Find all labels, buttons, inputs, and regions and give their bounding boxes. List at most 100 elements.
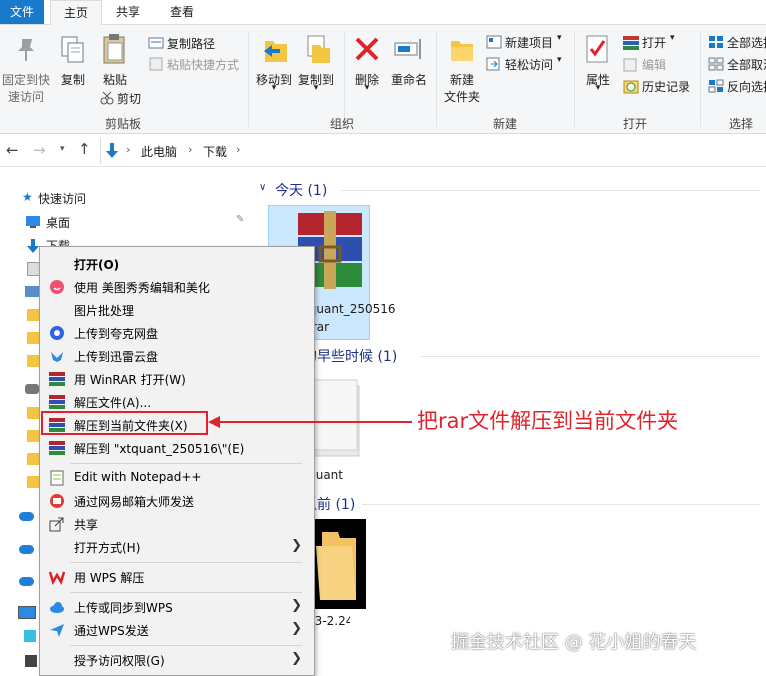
- tab-view[interactable]: 查看: [160, 0, 204, 24]
- download-location-icon: [106, 143, 118, 158]
- breadcrumb-separator-icon: ›: [126, 143, 131, 156]
- menu-item-label: 打开(O): [74, 258, 120, 272]
- menu-item-label: Edit with Notepad++: [74, 470, 202, 484]
- share-icon: [49, 517, 64, 532]
- group-header-today[interactable]: 今天 (1): [275, 180, 327, 200]
- winrar-icon: [49, 372, 65, 386]
- menu-item-upload-kuake[interactable]: 上传到夸克网盘: [40, 322, 314, 345]
- tab-home[interactable]: 主页: [50, 0, 102, 26]
- winrar-icon: [49, 441, 65, 455]
- menu-item-batch-images[interactable]: 图片批处理: [40, 299, 314, 322]
- select-none-label: 全部取消: [727, 58, 766, 72]
- ribbon: 固定到快 速访问 复制 粘贴 复制路径 粘贴快捷方式 剪切 剪贴板 移动到 ▾ …: [0, 25, 766, 134]
- meitu-icon: [50, 280, 64, 294]
- tab-file[interactable]: 文件: [0, 0, 44, 24]
- menu-item-share[interactable]: 共享: [40, 513, 314, 536]
- invert-selection-icon: [708, 79, 724, 93]
- pin-icon: [18, 39, 34, 61]
- menu-item-label: 上传到迅雷云盘: [74, 350, 159, 364]
- edit-icon: [623, 58, 637, 72]
- menu-item-winrar-open[interactable]: 用 WinRAR 打开(W): [40, 368, 314, 391]
- onedrive-icon: [19, 512, 34, 521]
- up-arrow-icon[interactable]: ↑: [78, 140, 91, 158]
- submenu-arrow-icon: ❯: [291, 651, 302, 666]
- menu-item-wps-extract[interactable]: 用 WPS 解压: [40, 566, 314, 589]
- folder-icon: [27, 453, 39, 465]
- open-dropdown-icon: ▾: [670, 33, 675, 43]
- star-icon: ★: [22, 190, 33, 204]
- back-arrow-icon[interactable]: ←: [6, 141, 19, 159]
- delete-x-icon: [355, 37, 379, 61]
- clipboard-group-label: 剪贴板: [104, 117, 141, 131]
- wps-send-icon: [50, 624, 64, 637]
- menu-item-label: 使用 美图秀秀编辑和美化: [74, 281, 210, 295]
- open-label: 打开: [642, 36, 667, 50]
- menu-item-label: 上传到夸克网盘: [74, 327, 159, 341]
- select-all-icon: [709, 36, 723, 48]
- pin-label: 固定到快: [2, 73, 51, 87]
- 3d-objects-icon: [24, 630, 36, 642]
- recent-locations-chevron-icon[interactable]: ▾: [60, 144, 65, 154]
- folder-icon: [27, 309, 39, 321]
- folder-icon: [27, 430, 39, 442]
- menu-item-grant-access[interactable]: 授予访问权限(G) ❯: [40, 649, 314, 672]
- menu-item-extract-to-folder[interactable]: 解压到 "xtquant_250516\"(E): [40, 437, 314, 460]
- move-to-icon: [264, 41, 287, 62]
- menu-item-open[interactable]: 打开(O): [40, 253, 314, 276]
- kuake-cloud-icon: [50, 326, 64, 340]
- scissors-icon: [100, 91, 114, 105]
- submenu-arrow-icon: ❯: [291, 538, 302, 553]
- menu-item-notepad[interactable]: Edit with Notepad++: [40, 467, 314, 490]
- collapse-chevron-icon[interactable]: ∨: [259, 182, 266, 193]
- menu-item-netease-mail[interactable]: 通过网易邮箱大师发送: [40, 490, 314, 513]
- menu-separator: [70, 645, 302, 646]
- group-divider: [344, 31, 345, 127]
- group-divider: [574, 31, 575, 127]
- winrar-small-icon: [623, 36, 639, 50]
- menu-item-label: 通过网易邮箱大师发送: [74, 495, 195, 509]
- menu-item-wps-upload[interactable]: 上传或同步到WPS ❯: [40, 596, 314, 619]
- menu-item-meitu[interactable]: 使用 美图秀秀编辑和美化: [40, 276, 314, 299]
- new-item-dropdown-icon: ▾: [557, 33, 562, 43]
- netease-mail-icon: [50, 494, 64, 508]
- breadcrumb-separator-icon: ›: [236, 143, 241, 156]
- this-pc-icon: [18, 606, 36, 619]
- menu-item-label: 通过WPS发送: [74, 624, 149, 638]
- move-to-dropdown-icon: ▾: [271, 83, 277, 93]
- breadcrumb-this-pc[interactable]: 此电脑: [141, 143, 177, 160]
- folder-icon: [27, 355, 39, 367]
- select-none-icon: [708, 57, 724, 71]
- breadcrumb-downloads[interactable]: 下载: [203, 143, 227, 160]
- pin-icon: ✎: [236, 214, 245, 225]
- address-divider: [100, 138, 101, 164]
- nav-quick-access[interactable]: 快速访问: [38, 190, 86, 207]
- menu-item-label: 用 WPS 解压: [74, 571, 145, 585]
- desktop-icon: [26, 216, 40, 228]
- nav-desktop[interactable]: 桌面: [46, 214, 70, 231]
- new-folder-icon: [451, 41, 473, 61]
- menu-item-open-with[interactable]: 打开方式(H) ❯: [40, 536, 314, 559]
- folder-icon: [27, 332, 39, 344]
- menu-item-wps-send[interactable]: 通过WPS发送 ❯: [40, 619, 314, 642]
- paste-label: 粘贴: [102, 73, 127, 87]
- menu-item-label: 图片批处理: [74, 304, 135, 318]
- new-item-label: 新建项目: [505, 36, 554, 50]
- copy-icon: [61, 36, 84, 63]
- menu-item-label: 用 WinRAR 打开(W): [74, 373, 186, 387]
- navigation-bar: ← → ▾ ↑ › 此电脑 › 下载 ›: [0, 136, 766, 167]
- forward-arrow-icon[interactable]: →: [33, 141, 46, 159]
- tab-share[interactable]: 共享: [106, 0, 150, 24]
- annotation-arrow: [208, 416, 412, 428]
- rename-icon: [394, 39, 421, 59]
- group-divider-line: [362, 504, 760, 505]
- folder-thumbnail-icon: [316, 532, 356, 600]
- group-divider: [700, 31, 701, 127]
- pictures-icon: [25, 286, 39, 297]
- new-folder-label-2: 文件夹: [443, 90, 480, 104]
- new-folder-label: 新建: [449, 73, 474, 87]
- group-divider-line: [340, 190, 760, 191]
- history-label: 历史记录: [642, 80, 691, 94]
- group-divider: [248, 31, 249, 127]
- menu-item-upload-xunlei[interactable]: 上传到迅雷云盘: [40, 345, 314, 368]
- copy-to-icon: [307, 35, 330, 63]
